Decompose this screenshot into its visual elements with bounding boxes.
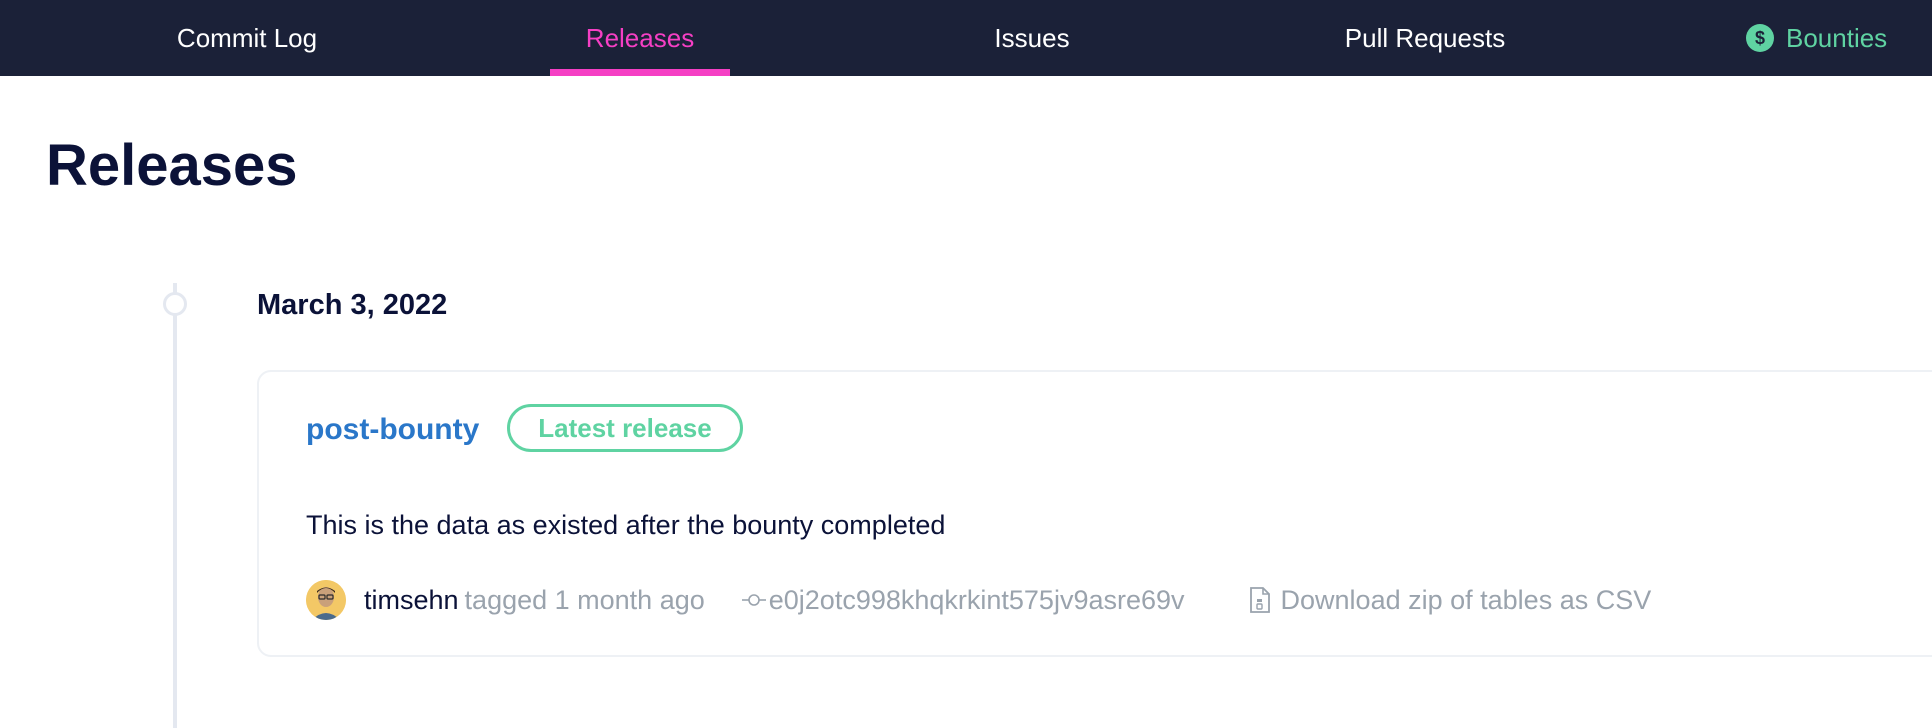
timeline-dot bbox=[163, 292, 187, 316]
tab-pull-requests-label: Pull Requests bbox=[1344, 22, 1506, 53]
tab-bounties-label: Bounties bbox=[1786, 22, 1888, 53]
author-name[interactable]: timsehn bbox=[364, 585, 459, 616]
download-csv-link[interactable]: Download zip of tables as CSV bbox=[1249, 584, 1652, 616]
active-tab-indicator bbox=[550, 69, 730, 76]
commit-icon bbox=[741, 594, 766, 606]
commit-hash: e0j2otc998khqkrkint575jv9asre69v bbox=[768, 584, 1185, 615]
download-label: Download zip of tables as CSV bbox=[1280, 584, 1652, 615]
tab-releases[interactable]: Releases bbox=[550, 0, 730, 76]
tab-pull-requests[interactable]: Pull Requests bbox=[1340, 0, 1510, 76]
tab-issues[interactable]: Issues bbox=[992, 0, 1072, 76]
tab-commit-log-label: Commit Log bbox=[176, 22, 318, 53]
user-avatar[interactable] bbox=[306, 580, 346, 620]
release-date: March 3, 2022 bbox=[257, 289, 448, 321]
release-meta-row: timsehn tagged 1 month ago e0j2otc998khq… bbox=[306, 580, 1651, 620]
tagged-time: tagged 1 month ago bbox=[464, 584, 705, 615]
dollar-icon: $ bbox=[1746, 24, 1774, 52]
page-title: Releases bbox=[46, 133, 298, 198]
release-name-link[interactable]: post-bounty bbox=[306, 410, 479, 450]
latest-release-badge: Latest release bbox=[507, 404, 743, 452]
file-download-icon bbox=[1249, 587, 1270, 613]
tab-commit-log[interactable]: Commit Log bbox=[172, 0, 322, 76]
commit-link[interactable]: e0j2otc998khqkrkint575jv9asre69v bbox=[741, 585, 1185, 616]
top-nav: Commit Log Releases Issues Pull Requests… bbox=[0, 0, 1932, 76]
release-description: This is the data as existed after the bo… bbox=[306, 510, 946, 540]
tab-issues-label: Issues bbox=[994, 22, 1070, 53]
timeline-line bbox=[173, 283, 177, 728]
tab-releases-label: Releases bbox=[585, 22, 695, 53]
tab-bounties[interactable]: $ Bounties bbox=[1746, 0, 1932, 76]
